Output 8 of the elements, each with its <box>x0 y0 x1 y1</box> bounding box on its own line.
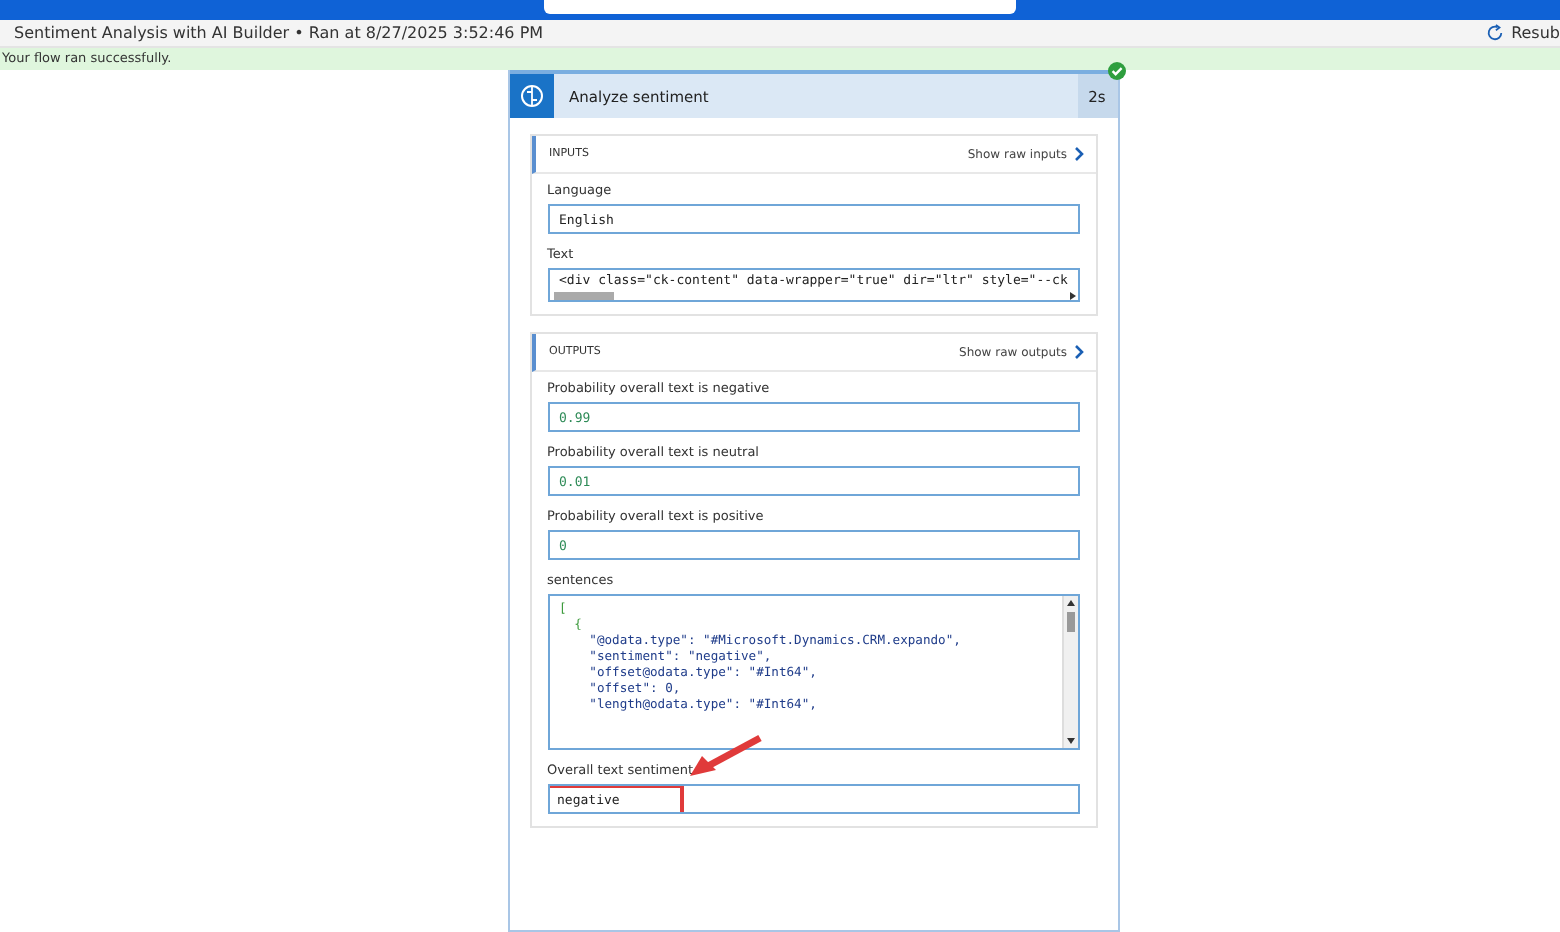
scrollbar-drawing[interactable] <box>1063 596 1077 748</box>
chevron-right-icon <box>1073 344 1083 360</box>
scrollbar-drawing[interactable] <box>553 292 1077 300</box>
search-field[interactable] <box>544 0 1016 14</box>
run-title: Sentiment Analysis with AI Builder • Ran at 8/27/2025 3:52:46 PM <box>14 23 544 42</box>
resubmit-button[interactable]: Resub <box>1485 23 1560 42</box>
refresh-icon <box>1485 23 1504 42</box>
chevron-right-icon <box>1073 146 1083 162</box>
